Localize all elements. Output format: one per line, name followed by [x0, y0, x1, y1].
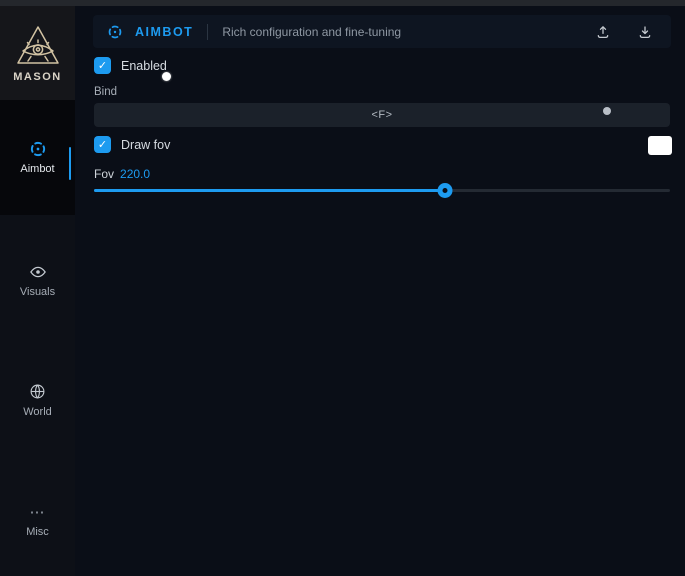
download-icon[interactable] [637, 24, 653, 40]
sidebar-item-misc[interactable]: ⋯ Misc [0, 488, 75, 552]
crosshair-icon [29, 140, 47, 158]
eye-icon [29, 263, 47, 281]
bind-indicator-dot [603, 107, 611, 115]
sidebar-item-label: World [23, 406, 52, 418]
header-divider [207, 24, 208, 40]
bind-label: Bind [94, 86, 117, 98]
fov-slider[interactable] [94, 182, 670, 198]
bind-input[interactable]: <F> [94, 103, 670, 127]
brand-logo: MASON [0, 6, 75, 100]
active-indicator-bar [69, 147, 72, 180]
page-subtitle: Rich configuration and fine-tuning [222, 25, 401, 39]
enabled-row: ✓ Enabled [94, 57, 167, 74]
page-title: AIMBOT [135, 25, 193, 39]
fov-label: Fov [94, 167, 114, 181]
brand-name: MASON [13, 71, 61, 83]
page-header: AIMBOT Rich configuration and fine-tunin… [93, 15, 671, 48]
draw-fov-label: Draw fov [121, 138, 170, 152]
draw-fov-checkbox[interactable]: ✓ [94, 136, 111, 153]
upload-icon[interactable] [595, 24, 611, 40]
sidebar-item-label: Misc [26, 526, 49, 538]
enabled-label: Enabled [121, 59, 167, 73]
fov-color-swatch[interactable] [648, 136, 672, 155]
fov-row: Fov 220.0 [94, 167, 150, 181]
sidebar-item-label: Visuals [20, 286, 55, 298]
draw-fov-row: ✓ Draw fov [94, 136, 170, 153]
globe-icon [29, 383, 47, 401]
bind-value: <F> [371, 109, 392, 121]
slider-fill [94, 189, 445, 192]
eye-pyramid-icon [15, 24, 61, 68]
fov-value: 220.0 [120, 167, 150, 181]
header-actions [595, 24, 653, 40]
sidebar: MASON Aimbot Visuals [0, 6, 75, 576]
sidebar-item-visuals[interactable]: Visuals [0, 248, 75, 312]
sidebar-item-aimbot[interactable]: Aimbot [0, 100, 75, 215]
cursor-dot [162, 72, 171, 81]
app-window: MASON Aimbot Visuals [0, 0, 685, 576]
sidebar-item-label: Aimbot [20, 163, 54, 175]
sidebar-item-world[interactable]: World [0, 368, 75, 432]
main-content: AIMBOT Rich configuration and fine-tunin… [75, 6, 685, 576]
crosshair-icon [107, 24, 123, 40]
enabled-checkbox[interactable]: ✓ [94, 57, 111, 74]
ellipsis-icon: ⋯ [29, 503, 47, 521]
slider-handle[interactable] [438, 183, 453, 198]
